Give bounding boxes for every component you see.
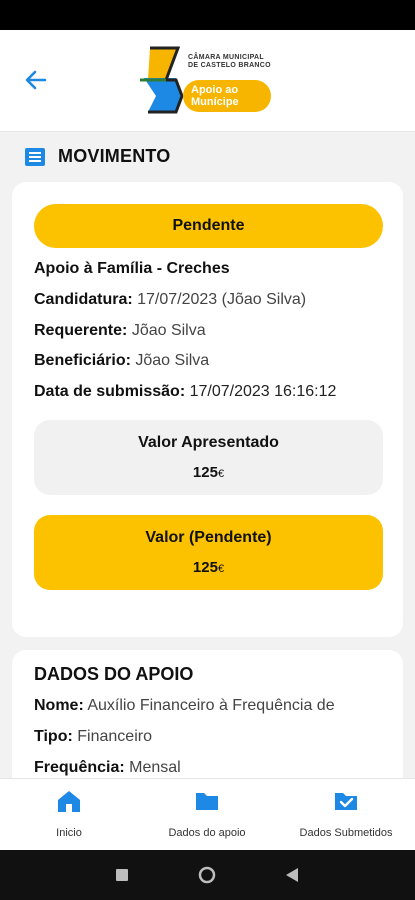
- nome-row: Nome: Auxílio Financeiro à Frequência de: [34, 697, 335, 714]
- status-badge[interactable]: Pendente: [34, 204, 383, 248]
- logo-mark-icon: [140, 46, 184, 114]
- valor-pendente-box: Valor (Pendente) 125€: [34, 515, 383, 590]
- logo-app-name: Apoio ao Munícipe: [183, 80, 271, 112]
- nav-item-inicio[interactable]: Inicio: [0, 787, 138, 839]
- nav-item-label: Dados do apoio: [168, 827, 246, 839]
- nav-item-dados-apoio[interactable]: Dados do apoio: [138, 787, 276, 839]
- valor-apresentado-amount: 125€: [192, 464, 225, 481]
- folder-icon: [196, 793, 218, 810]
- app-logo: CÂMARA MUNICIPAL DE CASTELO BRANCO Apoio…: [136, 44, 286, 116]
- system-navigation-bar: [0, 850, 415, 900]
- bottom-navigation: Inicio Dados do apoio Dados Submetidos: [0, 778, 415, 850]
- section-title: MOVIMENTO: [58, 146, 171, 166]
- frequencia-row: Frequência: Mensal: [34, 759, 181, 776]
- dados-apoio-heading: DADOS DO APOIO: [34, 664, 194, 684]
- valor-apresentado-box: Valor Apresentado 125€: [34, 420, 383, 495]
- nav-item-label: Inicio: [56, 827, 82, 839]
- requerente-row: Requerente: Jõao Silva: [34, 322, 206, 339]
- nav-item-label: Dados Submetidos: [299, 827, 393, 839]
- list-icon: [25, 147, 45, 166]
- tipo-row: Tipo: Financeiro: [34, 728, 152, 745]
- movimento-card: Pendente Apoio à Família - Creches Candi…: [12, 182, 403, 637]
- data-submissao-row: Data de submissão: 17/07/2023 16:16:12: [34, 383, 337, 400]
- home-icon: [58, 791, 80, 812]
- app-bar: CÂMARA MUNICIPAL DE CASTELO BRANCO Apoio…: [0, 30, 415, 132]
- recent-apps-icon[interactable]: [116, 869, 128, 881]
- valor-pendente-amount: 125€: [192, 559, 225, 576]
- home-button-icon[interactable]: [198, 866, 216, 884]
- section-header: MOVIMENTO: [24, 146, 170, 167]
- status-bar: [0, 0, 415, 30]
- tipo-apoio-text: Apoio à Família - Creches: [34, 260, 230, 277]
- valor-pendente-label: Valor (Pendente): [145, 529, 272, 546]
- back-triangle-icon[interactable]: [286, 868, 298, 882]
- valor-apresentado-label: Valor Apresentado: [138, 434, 279, 451]
- back-button[interactable]: [18, 62, 54, 98]
- beneficiario-row: Beneficiário: Jõao Silva: [34, 352, 210, 369]
- folder-check-icon: [335, 793, 357, 810]
- candidatura-row: Candidatura: 17/07/2023 (Jõao Silva): [34, 291, 307, 308]
- arrow-left-icon: [25, 70, 47, 90]
- logo-org-name: CÂMARA MUNICIPAL DE CASTELO BRANCO: [188, 54, 271, 69]
- nav-item-dados-submetidos[interactable]: Dados Submetidos: [277, 787, 415, 839]
